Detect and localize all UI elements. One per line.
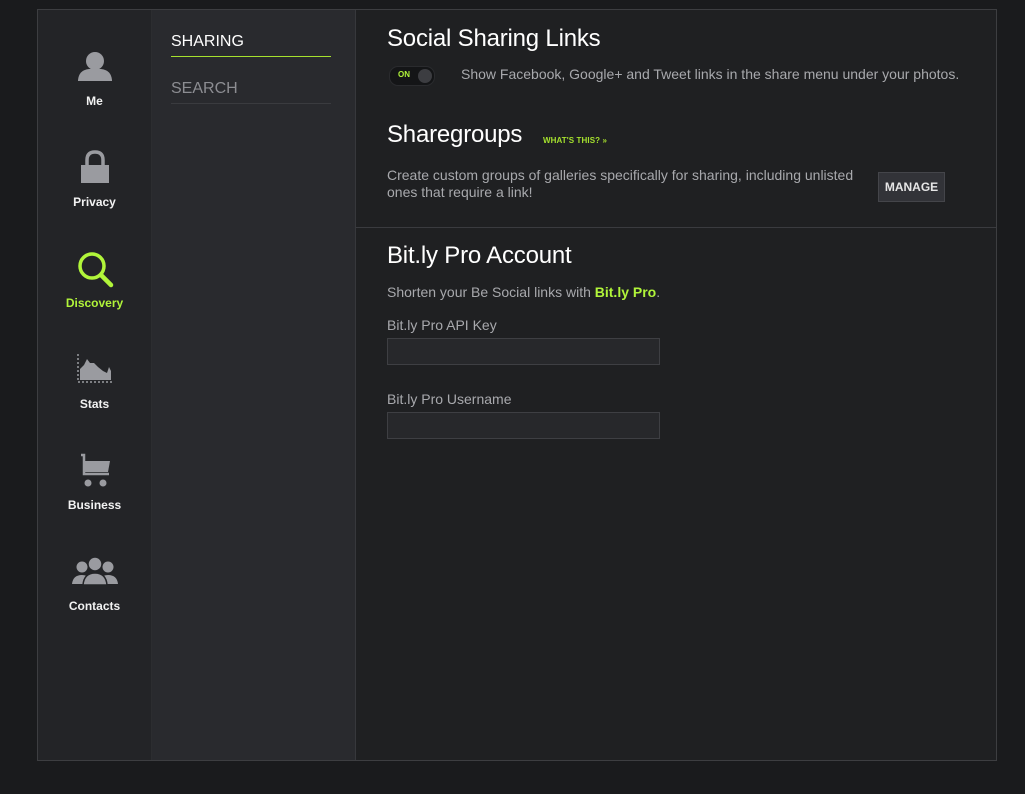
sidebar-item-label: Business: [67, 498, 122, 512]
submenu-item-search[interactable]: SEARCH: [171, 79, 331, 104]
username-input[interactable]: [387, 412, 660, 439]
cart-icon: [38, 452, 151, 496]
lock-icon: [38, 149, 151, 193]
section-divider: [356, 227, 996, 228]
user-icon: [38, 48, 151, 92]
sidebar-item-label: Privacy: [73, 195, 116, 209]
sidebar-item-label: Me: [86, 94, 103, 108]
sharegroups-description: Create custom groups of galleries specif…: [387, 167, 867, 201]
bitly-title: Bit.ly Pro Account: [387, 242, 572, 269]
settings-panel: Me Privacy Discovery Stats Business Cont…: [37, 9, 997, 761]
chart-icon: [38, 351, 151, 395]
toggle-knob: [418, 69, 432, 83]
sidebar-item-stats[interactable]: Stats: [38, 351, 151, 411]
whats-this-link[interactable]: WHAT'S THIS? »: [543, 136, 607, 145]
bitly-pro-link[interactable]: Bit.ly Pro: [595, 284, 656, 300]
username-label: Bit.ly Pro Username: [387, 391, 512, 407]
api-key-label: Bit.ly Pro API Key: [387, 317, 497, 333]
social-sharing-title: Social Sharing Links: [387, 25, 601, 52]
sidebar-item-me[interactable]: Me: [38, 48, 151, 108]
contacts-icon: [38, 553, 151, 597]
bitly-description: Shorten your Be Social links with Bit.ly…: [387, 284, 660, 301]
social-sharing-toggle[interactable]: ON: [389, 66, 435, 86]
sidebar-item-label: Contacts: [68, 599, 121, 613]
bitly-description-text: Shorten your Be Social links with: [387, 284, 595, 300]
submenu-item-sharing[interactable]: SHARING: [171, 32, 331, 57]
sidebar-item-contacts[interactable]: Contacts: [38, 553, 151, 613]
api-key-input[interactable]: [387, 338, 660, 365]
search-icon: [38, 250, 151, 294]
manage-button[interactable]: MANAGE: [878, 172, 945, 202]
sidebar-item-business[interactable]: Business: [38, 452, 151, 512]
sharegroups-description-line: Create custom groups of galleries specif…: [387, 167, 854, 183]
sharegroups-description-line: ones that require a link!: [387, 184, 533, 200]
social-sharing-description: Show Facebook, Google+ and Tweet links i…: [461, 66, 960, 82]
settings-submenu: SHARING SEARCH: [152, 10, 356, 760]
sidebar-item-privacy[interactable]: Privacy: [38, 149, 151, 209]
sidebar-item-label: Discovery: [65, 296, 124, 310]
sidebar-item-discovery[interactable]: Discovery: [38, 250, 151, 310]
main-content: Social Sharing Links ON Show Facebook, G…: [356, 10, 996, 760]
sidebar-item-label: Stats: [79, 397, 110, 411]
bitly-description-suffix: .: [656, 284, 661, 300]
icon-sidebar: Me Privacy Discovery Stats Business Cont…: [38, 10, 152, 760]
toggle-state-label: ON: [398, 70, 410, 79]
sharegroups-title: Sharegroups: [387, 121, 523, 148]
